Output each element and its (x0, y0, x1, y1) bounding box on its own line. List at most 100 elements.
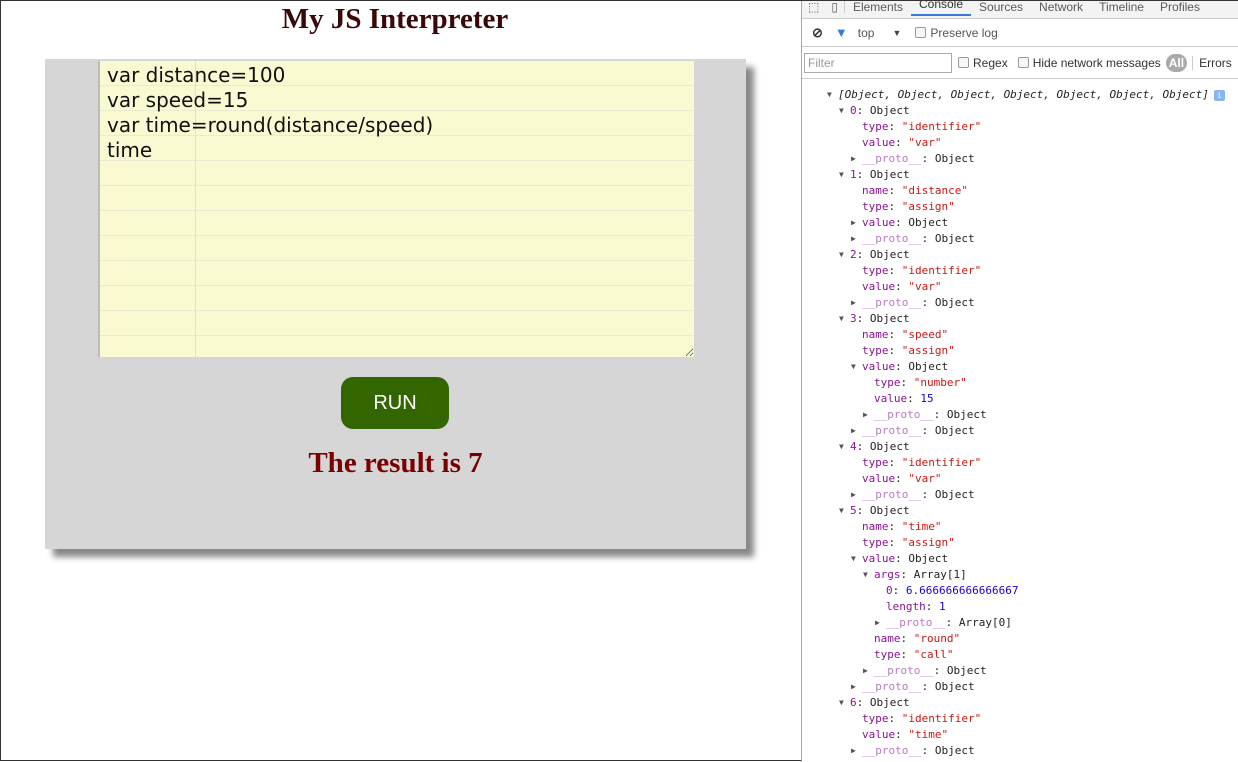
console-tree-row[interactable]: ▶ __proto__: Object (851, 151, 975, 167)
device-mode-icon[interactable]: ▯ (825, 0, 845, 13)
property-key: value (862, 472, 896, 485)
tab-sources[interactable]: Sources (971, 1, 1031, 13)
property-value: Object (869, 312, 910, 325)
expanded-arrow-icon[interactable]: ▼ (839, 167, 844, 183)
code-editor[interactable]: var distance=100 var speed=15 var time=r… (98, 61, 694, 357)
context-select[interactable]: top (858, 26, 875, 40)
console-tree-row[interactable]: ▶ __proto__: Object (863, 407, 987, 423)
console-tree-row: type: "assign" (862, 344, 955, 357)
tab-console[interactable]: Console (910, 0, 972, 16)
property-value: Object (934, 296, 975, 309)
property-key: 5 (850, 504, 857, 517)
preserve-log-checkbox[interactable]: Preserve log (915, 25, 998, 40)
filter-input[interactable]: Filter (804, 52, 952, 73)
expanded-arrow-icon[interactable]: ▼ (839, 311, 844, 327)
collapsed-arrow-icon[interactable]: ▶ (863, 663, 868, 679)
console-tree-row[interactable]: ▼ [Object, Object, Object, Object, Object… (827, 87, 1225, 103)
preserve-log-label: Preserve log (930, 25, 998, 40)
console-tree-row: type: "number" (874, 376, 967, 389)
run-button[interactable]: RUN (341, 377, 449, 429)
tab-timeline[interactable]: Timeline (1091, 1, 1152, 13)
collapsed-arrow-icon[interactable]: ▶ (851, 295, 856, 311)
array-summary: [Object, Object, Object, Object, Object,… (838, 88, 1209, 101)
collapsed-arrow-icon[interactable]: ▶ (851, 487, 856, 503)
expanded-arrow-icon[interactable]: ▼ (839, 503, 844, 519)
hide-network-label: Hide network messages (1032, 55, 1161, 70)
property-value: Object (934, 424, 975, 437)
devtools-tabbar: ⬚ ▯ Elements Console Sources Network Tim… (802, 0, 1238, 19)
console-tree-row[interactable]: ▼ 2: Object (839, 247, 910, 263)
devtools-panel: ⬚ ▯ Elements Console Sources Network Tim… (801, 0, 1238, 762)
property-value: "assign" (901, 200, 955, 213)
console-tree-row[interactable]: ▼ 6: Object (839, 695, 910, 711)
console-tree-row[interactable]: ▼ 1: Object (839, 167, 910, 183)
console-tree-row: value: "var" (862, 472, 942, 485)
console-tree-row[interactable]: ▼ 3: Object (839, 311, 910, 327)
regex-checkbox[interactable]: Regex (958, 56, 1008, 70)
property-value: Object (908, 552, 949, 565)
console-tree-row[interactable]: ▶ __proto__: Object (851, 295, 975, 311)
property-value: "speed" (901, 328, 949, 341)
property-key: 1 (850, 168, 857, 181)
expanded-arrow-icon[interactable]: ▼ (827, 87, 832, 103)
collapsed-arrow-icon[interactable]: ▶ (851, 215, 856, 231)
property-value: Object (908, 216, 949, 229)
tab-network[interactable]: Network (1031, 1, 1091, 13)
console-tree-row[interactable]: ▶ value: Object (851, 215, 949, 231)
console-tree-row[interactable]: ▶ __proto__: Object (851, 679, 975, 695)
property-key: __proto__ (874, 408, 934, 421)
console-tree-row: name: "time" (862, 520, 942, 533)
property-value: "assign" (901, 536, 955, 549)
tab-elements[interactable]: Elements (845, 1, 911, 13)
level-errors-button[interactable]: Errors (1192, 55, 1232, 70)
property-value: Object (934, 680, 975, 693)
expanded-arrow-icon[interactable]: ▼ (839, 103, 844, 119)
expanded-arrow-icon[interactable]: ▼ (839, 439, 844, 455)
expanded-arrow-icon[interactable]: ▼ (851, 551, 856, 567)
collapsed-arrow-icon[interactable]: ▶ (863, 407, 868, 423)
console-tree-row: type: "call" (874, 648, 954, 661)
console-tree-row[interactable]: ▼ 0: Object (839, 103, 910, 119)
console-tree-row[interactable]: ▶ __proto__: Object (851, 423, 975, 439)
collapsed-arrow-icon[interactable]: ▶ (851, 151, 856, 167)
hide-network-checkbox[interactable]: Hide network messages (1017, 55, 1161, 70)
collapsed-arrow-icon[interactable]: ▶ (851, 423, 856, 439)
console-tree-row[interactable]: ▼ value: Object (851, 359, 948, 375)
clear-console-icon[interactable]: ⊘ (812, 25, 823, 41)
console-tree-row[interactable]: ▼ value: Object (851, 551, 949, 567)
console-tree-row[interactable]: ▶ __proto__: Object (851, 487, 975, 503)
collapsed-arrow-icon[interactable]: ▶ (875, 615, 880, 631)
property-value: Object (934, 152, 975, 165)
chevron-down-icon[interactable]: ▼ (892, 28, 901, 38)
expanded-arrow-icon[interactable]: ▼ (839, 247, 844, 263)
collapsed-arrow-icon[interactable]: ▶ (851, 679, 856, 695)
filter-icon[interactable]: ▼ (835, 25, 848, 40)
level-all-button[interactable]: All (1165, 53, 1188, 72)
property-key: __proto__ (862, 152, 922, 165)
console-tree-row[interactable]: ▶ __proto__: Array[0] (875, 615, 1012, 631)
property-value: "identifier" (901, 456, 982, 469)
property-key: length (886, 600, 926, 613)
property-key: value (874, 392, 908, 405)
info-icon[interactable]: i (1213, 90, 1225, 101)
console-tree-row[interactable]: ▶ __proto__: Object (863, 663, 987, 679)
console-tree-row[interactable]: ▼ 5: Object (839, 503, 910, 519)
expanded-arrow-icon[interactable]: ▼ (851, 359, 856, 375)
tab-profiles[interactable]: Profiles (1152, 1, 1208, 13)
collapsed-arrow-icon[interactable]: ▶ (851, 231, 856, 247)
property-value: Array[1] (913, 568, 967, 581)
property-key: type (862, 456, 889, 469)
console-tree-row[interactable]: ▼ args: Array[1] (863, 567, 967, 583)
property-key: 0 (886, 584, 893, 597)
console-tree-row[interactable]: ▶ __proto__: Object (851, 743, 975, 759)
property-key: value (862, 360, 896, 373)
collapsed-arrow-icon[interactable]: ▶ (851, 743, 856, 759)
property-key: args (874, 568, 901, 581)
expanded-arrow-icon[interactable]: ▼ (863, 567, 868, 583)
inspect-element-icon[interactable]: ⬚ (802, 1, 825, 13)
expanded-arrow-icon[interactable]: ▼ (839, 695, 844, 711)
console-tree-row[interactable]: ▼ 4: Object (839, 439, 910, 455)
property-key: value (862, 216, 896, 229)
console-tree-row[interactable]: ▶ __proto__: Object (851, 231, 975, 247)
property-value: "identifier" (901, 264, 982, 277)
